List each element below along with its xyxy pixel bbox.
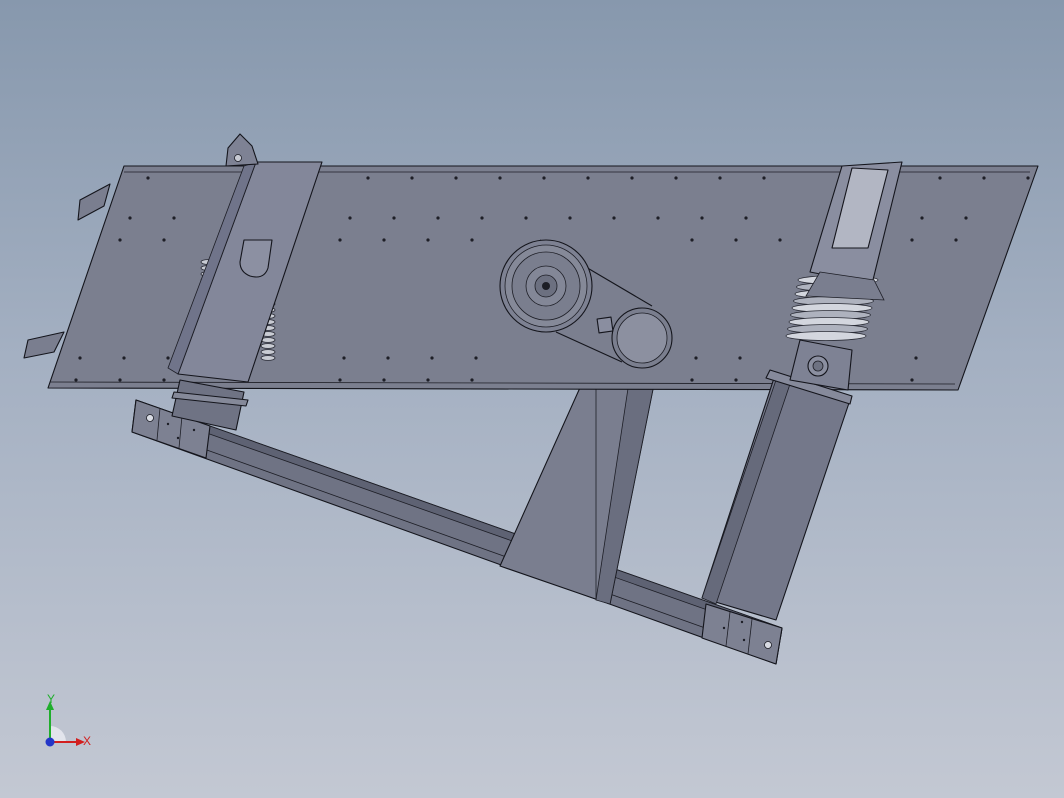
- bolt-hole: [430, 356, 434, 360]
- bolt-hole: [734, 238, 738, 242]
- bolt-hole: [568, 216, 572, 220]
- bolt-hole: [348, 216, 352, 220]
- bolt-hole: [366, 176, 370, 180]
- bolt-hole: [162, 238, 166, 242]
- bolt-hole: [172, 216, 176, 220]
- bolt-hole: [690, 378, 694, 382]
- bolt-hole: [410, 176, 414, 180]
- bolt-hole: [386, 356, 390, 360]
- bolt-hole: [436, 216, 440, 220]
- bolt-hole: [470, 378, 474, 382]
- bolt-hole: [700, 216, 704, 220]
- bolt-hole: [630, 176, 634, 180]
- bolt-hole: [1026, 176, 1030, 180]
- bolt-hole: [146, 176, 150, 180]
- bolt-hole: [910, 378, 914, 382]
- bolt-hole: [474, 356, 478, 360]
- bolt-hole: [920, 216, 924, 220]
- bolt-hole: [128, 216, 132, 220]
- bolt-hole: [382, 238, 386, 242]
- bolt-hole: [694, 356, 698, 360]
- bolt-hole: [542, 176, 546, 180]
- bolt-hole: [392, 216, 396, 220]
- bolt-hole: [778, 238, 782, 242]
- bolt-hole: [338, 238, 342, 242]
- bolt-hole: [342, 356, 346, 360]
- x-axis-label: X: [83, 734, 92, 748]
- base-frame: [131, 399, 783, 665]
- z-axis-dot: [45, 737, 55, 747]
- bolt-hole: [656, 216, 660, 220]
- bolt-hole: [914, 356, 918, 360]
- bolt-hole: [982, 176, 986, 180]
- y-axis-label: Y: [47, 692, 56, 706]
- bolt-hole: [480, 216, 484, 220]
- bolt-hole: [498, 176, 502, 180]
- bolt-hole: [738, 356, 742, 360]
- bolt-hole: [426, 238, 430, 242]
- bolt-hole: [964, 216, 968, 220]
- bolt-hole: [762, 176, 766, 180]
- bolt-hole: [166, 356, 170, 360]
- bolt-hole: [162, 378, 166, 382]
- bolt-hole: [338, 378, 342, 382]
- bolt-hole: [524, 216, 528, 220]
- bolt-hole: [118, 238, 122, 242]
- bolt-hole: [744, 216, 748, 220]
- bolt-hole: [690, 238, 694, 242]
- bolt-hole: [470, 238, 474, 242]
- bolt-hole: [718, 176, 722, 180]
- bolt-hole: [674, 176, 678, 180]
- bolt-hole: [78, 356, 82, 360]
- bolt-hole: [454, 176, 458, 180]
- vibrating-screen-model[interactable]: [0, 0, 1064, 798]
- bolt-hole: [382, 378, 386, 382]
- bolt-hole: [118, 378, 122, 382]
- bolt-hole: [426, 378, 430, 382]
- bolt-hole: [122, 356, 126, 360]
- bolt-hole: [954, 238, 958, 242]
- bolt-hole: [586, 176, 590, 180]
- bolt-hole: [612, 216, 616, 220]
- bolt-hole: [74, 378, 78, 382]
- coordinate-triad: Y X: [36, 692, 100, 756]
- bolt-hole: [938, 176, 942, 180]
- bolt-hole: [734, 378, 738, 382]
- bolt-hole: [910, 238, 914, 242]
- cad-graphics-viewport[interactable]: Y X: [0, 0, 1064, 798]
